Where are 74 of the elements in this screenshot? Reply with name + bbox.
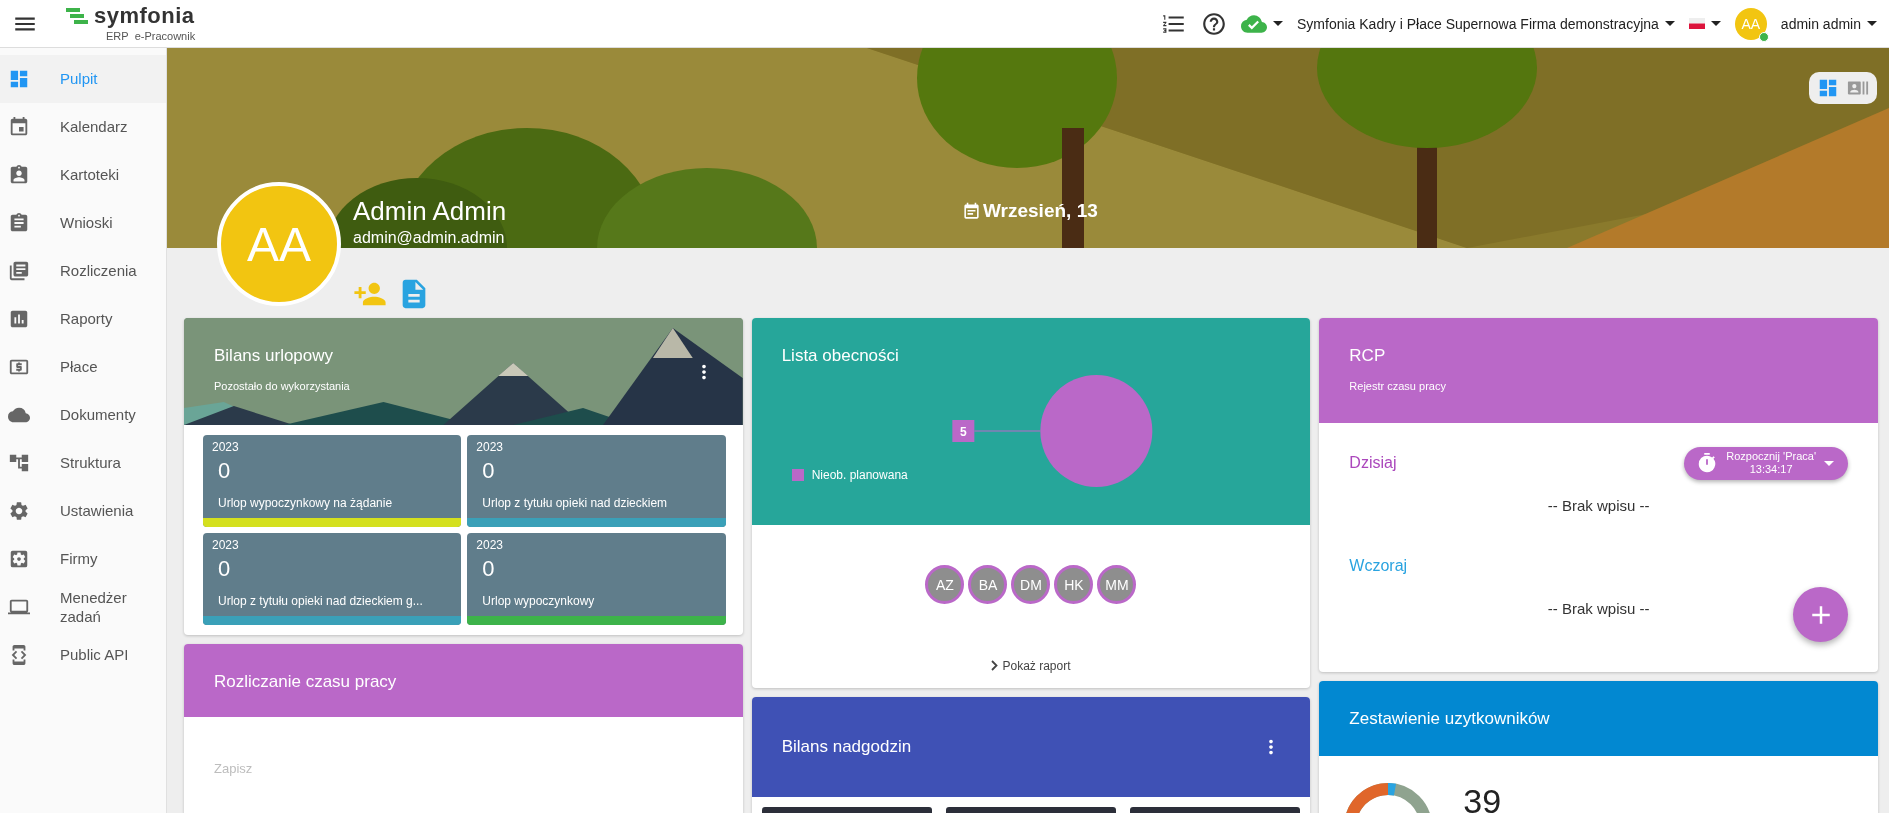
card-title: Bilans urlopowy — [214, 346, 334, 366]
help-icon[interactable] — [1201, 10, 1227, 37]
profile-email: admin@admin.admin — [353, 229, 506, 247]
dashboard-view-icon[interactable] — [1817, 77, 1839, 99]
sidebar-icon — [8, 116, 30, 138]
legend-swatch — [791, 469, 804, 481]
profile-avatar: AA — [217, 182, 341, 306]
sidebar-item[interactable]: Wnioski — [0, 199, 166, 247]
tile-year: 2023 — [475, 439, 505, 454]
tile-label: Urlop z tytułu opieki nad dzieckiem g... — [217, 593, 424, 610]
tile-year: 2023 — [211, 537, 240, 552]
sidebar-item[interactable]: Kalendarz — [0, 103, 166, 151]
profile-name: Admin Admin — [353, 196, 507, 227]
sidebar-item[interactable]: Dokumenty — [0, 391, 166, 439]
sidebar-icon — [8, 452, 30, 474]
card-title: Bilans nadgodzin — [781, 737, 912, 757]
sidebar-icon — [8, 68, 30, 90]
empty-entry-text: -- Brak wpisu -- — [1547, 600, 1650, 617]
caret-icon[interactable] — [1273, 21, 1283, 26]
tile-year: 2023 — [211, 439, 240, 454]
total-count: 39 — [1463, 782, 1502, 813]
logo-text: symfonia — [94, 5, 195, 27]
sidebar-icon — [8, 308, 30, 330]
caret-icon[interactable] — [1710, 21, 1721, 26]
add-button[interactable] — [1793, 587, 1848, 642]
day-label: Wczoraj — [1349, 557, 1408, 575]
sidebar-icon — [8, 500, 30, 522]
card-title: RCP — [1349, 346, 1386, 366]
logo-subtitle: e-Pracownik — [134, 31, 196, 42]
tile-label: Urlop wypoczynkowy na żądanie — [217, 495, 394, 512]
sidebar-icon — [8, 212, 30, 234]
date-text: Wrzesień, 13 — [983, 200, 1098, 222]
data-label — [952, 420, 974, 442]
tile-value: 0 — [481, 457, 496, 484]
logo-subtitle: ERP — [106, 31, 129, 42]
sidebar-item[interactable]: Struktura — [0, 439, 166, 487]
sidebar-item[interactable]: Public API — [0, 631, 166, 679]
card-title: Lista obecności — [781, 346, 899, 366]
tile-value: 0 — [217, 555, 232, 582]
card-title: Zestawienie uzytkowników — [1349, 709, 1550, 729]
chevron-icon — [991, 660, 999, 671]
tile-label: Urlop z tytułu opieki nad dzieckiem — [481, 495, 669, 512]
tile-label: Urlop wypoczynkowy — [481, 593, 596, 610]
calendar-icon — [962, 201, 981, 221]
leader-line — [973, 430, 1041, 432]
user-name[interactable]: admin admin — [1780, 15, 1861, 32]
sidebar-item[interactable]: Płace — [0, 343, 166, 391]
caret-icon[interactable] — [1867, 21, 1877, 26]
data-label-text: 5 — [959, 425, 967, 439]
tile-year: 2023 — [475, 537, 505, 552]
card-subtitle: Pozostało do wykorzystania — [214, 380, 350, 392]
sidebar-item[interactable]: Raporty — [0, 295, 166, 343]
sidebar-item[interactable]: Kartoteki — [0, 151, 166, 199]
flag-icon[interactable] — [1688, 18, 1705, 29]
empty-entry-text: -- Brak wpisu -- — [1547, 497, 1650, 514]
report-link[interactable]: Pokaż raport — [751, 643, 1311, 688]
caret-icon[interactable] — [1664, 21, 1675, 26]
card-title: Rozliczanie czasu pracy — [214, 672, 397, 692]
sidebar-icon — [8, 548, 30, 570]
tile-value: 0 — [217, 457, 232, 484]
logo-icon — [66, 8, 88, 24]
tile-value: 0 — [481, 555, 496, 582]
card-subtitle: Rejestr czasu pracy — [1349, 380, 1446, 392]
sidebar-icon — [8, 260, 30, 282]
sidebar-item[interactable]: Firmy — [0, 535, 166, 583]
legend-label: Nieob. planowana — [811, 468, 908, 482]
start-timer-button[interactable]: Rozpocznij 'Praca' 13:34:17 — [1684, 446, 1848, 480]
sidebar-item[interactable]: Rozliczenia — [0, 247, 166, 295]
company-selector[interactable]: Symfonia Kadry i Płace Supernowa Firma demonstracyjna — [1297, 15, 1659, 32]
sidebar-icon — [8, 164, 30, 186]
caret-icon — [1824, 460, 1834, 466]
sidebar-item[interactable]: Menedżer zadań — [0, 583, 166, 631]
sidebar-item[interactable]: Ustawienia — [0, 487, 166, 535]
day-label: Dzisiaj — [1349, 454, 1397, 472]
